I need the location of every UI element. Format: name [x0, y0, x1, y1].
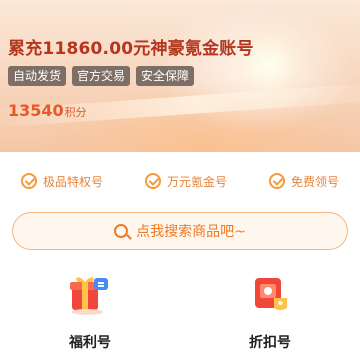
feature-label: 万元氪金号: [166, 174, 227, 189]
discount-icon: [247, 272, 293, 318]
points-unit: 积分: [64, 106, 87, 119]
hero-tags: 自动发货 官方交易 安全保障: [8, 66, 195, 86]
feature-label: 免费领号: [290, 174, 339, 189]
feature-bar: 极品特权号 万元氪金号 免费领号: [0, 152, 360, 210]
category-label: 折扣号: [249, 335, 291, 351]
points-value: 13540: [8, 101, 64, 120]
feature-premium: 极品特权号: [20, 173, 103, 190]
category-welfare[interactable]: 福利号: [0, 272, 180, 360]
tag-official-trade: 官方交易: [72, 66, 131, 86]
feature-krypton: 万元氪金号: [144, 173, 227, 190]
gift-icon: [67, 272, 113, 318]
hero-banner: 累充11860.00元神豪氪金账号 自动发货 官方交易 安全保障 13540积分: [0, 0, 360, 152]
search-placeholder: 点我搜索商品吧~: [136, 224, 246, 240]
category-grid: 福利号 折扣号: [0, 272, 360, 360]
tag-auto-delivery: 自动发货: [8, 66, 67, 86]
feature-label: 极品特权号: [42, 174, 103, 189]
check-circle-icon: [144, 173, 161, 189]
feature-free: 免费领号: [268, 173, 339, 190]
category-discount[interactable]: 折扣号: [180, 272, 360, 360]
search-bar[interactable]: 点我搜索商品吧~: [12, 212, 348, 250]
category-label: 福利号: [69, 335, 111, 351]
check-circle-icon: [268, 173, 285, 189]
tag-security: 安全保障: [136, 66, 195, 86]
search-icon: [114, 224, 129, 238]
account-title: 累充11860.00元神豪氪金账号: [8, 39, 254, 59]
points-display: 13540积分: [8, 101, 87, 120]
check-circle-icon: [20, 173, 37, 189]
